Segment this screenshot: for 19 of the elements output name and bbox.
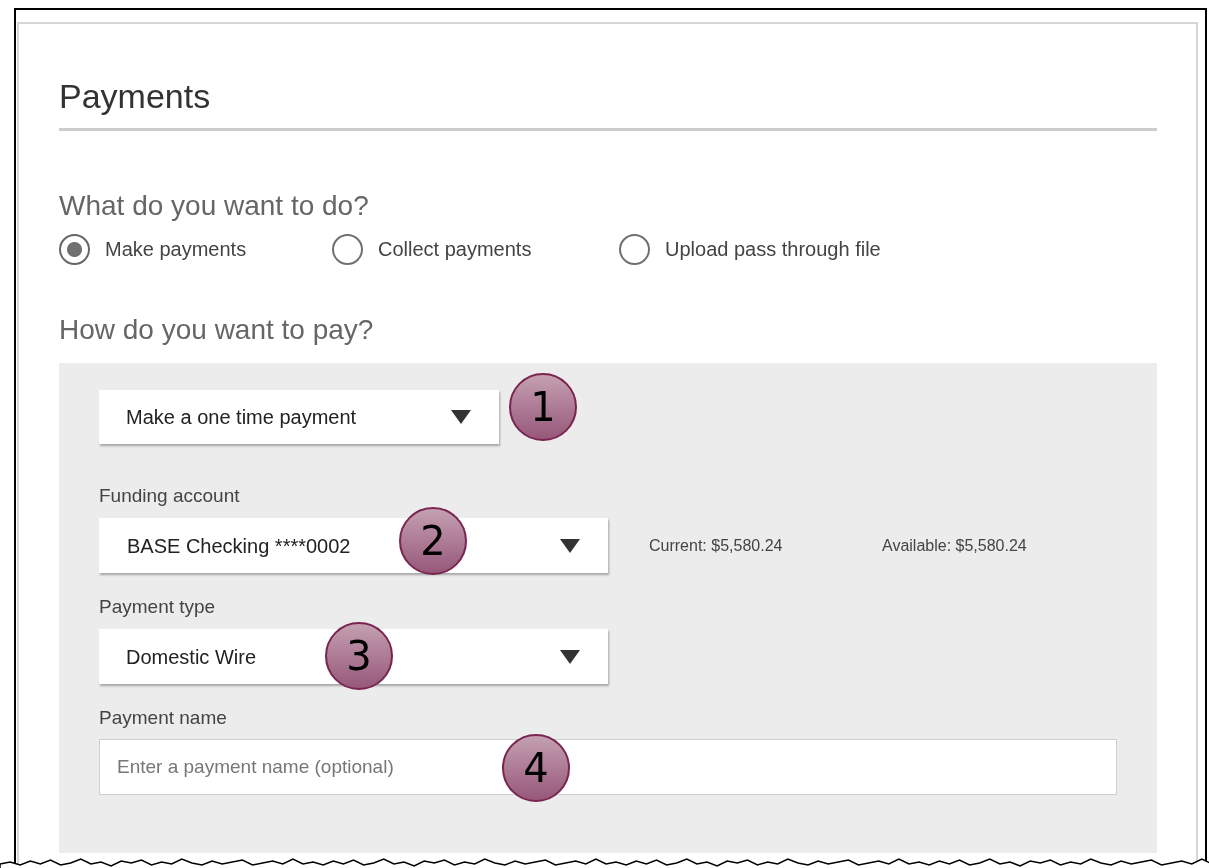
page-title: Payments xyxy=(59,76,212,116)
available-balance: Available: $5,580.24 xyxy=(882,535,1027,556)
current-balance: Current: $5,580.24 xyxy=(649,535,784,556)
radio-option[interactable]: Upload pass through file xyxy=(619,233,919,265)
callout-badge: 4 xyxy=(502,734,570,802)
radio-option[interactable]: Collect payments xyxy=(332,233,619,265)
field-label: Funding account xyxy=(99,484,241,508)
callout-badge: 3 xyxy=(325,622,393,690)
field-label: Payment name xyxy=(99,706,228,730)
payment-method-dropdown[interactable]: Make a one time payment xyxy=(99,390,499,444)
radio-option[interactable]: Make payments xyxy=(59,233,332,265)
caret-icon xyxy=(560,649,580,664)
caret-icon xyxy=(451,410,471,424)
callout-badge: 1 xyxy=(509,373,577,441)
caret-icon xyxy=(560,538,580,553)
callout-badge: 2 xyxy=(399,507,467,575)
section-heading: What do you want to do? xyxy=(59,189,370,223)
field-label: Payment type xyxy=(99,595,217,619)
section-heading: How do you want to pay? xyxy=(59,313,375,347)
